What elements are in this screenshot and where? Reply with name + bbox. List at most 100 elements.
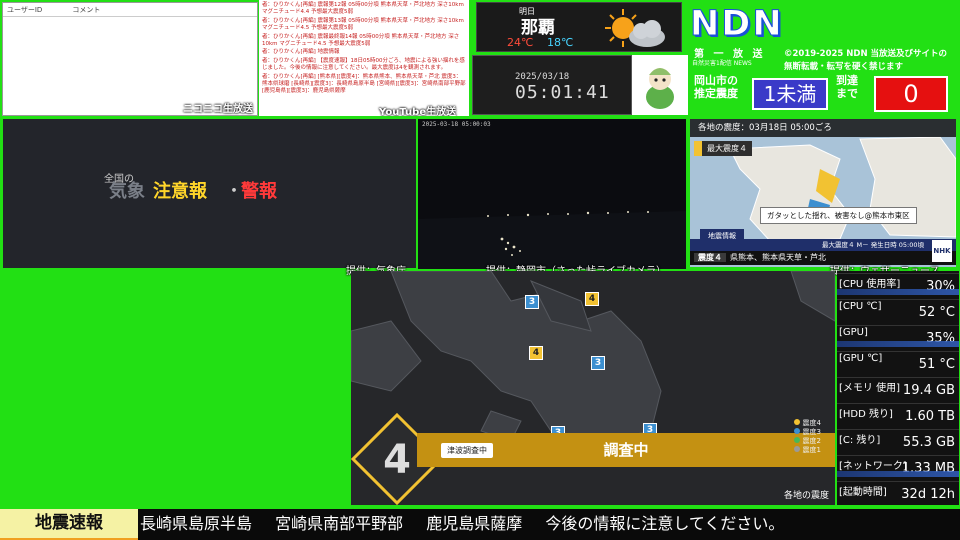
stat-row: [メモリ 使用] 19.4 GB (837, 377, 959, 399)
arrival-countdown: 0 (874, 76, 948, 112)
log-line: 者：ひりかくん[再編] 震報最終報14報 05時00分頃 熊本県天草・芦北地方 … (262, 33, 460, 48)
stat-row: [HDD 残り] 1.60 TB (837, 403, 959, 425)
stat-row: [GPU] 35% (837, 325, 959, 347)
ticker-item: 長崎県島原半島 (140, 514, 253, 533)
stat-key: [ネットワーク] (839, 461, 907, 472)
legend-item: 震度3 (793, 428, 821, 437)
region-list: 県熊本、熊本県天草・芦北 (730, 253, 826, 262)
stat-sparkline (837, 289, 959, 295)
stat-row: [起動時間] 32d 12h (837, 481, 959, 503)
night-city-image (418, 119, 686, 269)
region-intensity-tag: 震度４ (694, 253, 726, 262)
estimated-label-line: 推定震度 (694, 87, 738, 100)
comment-header: ユーザーID コメント (3, 3, 257, 17)
arrival-label-line: まで (836, 87, 858, 100)
map-caption: 各地の震度 (783, 491, 829, 501)
legend-item: 震度2 (793, 437, 821, 446)
arrival-label-line: 到達 (836, 74, 858, 87)
weather-high: 24℃ (507, 36, 534, 49)
weather-city: 那覇 (521, 18, 555, 38)
stat-key: [HDD 残り] (839, 409, 893, 420)
copyright-line: 無断転載・転写を硬く禁じます (784, 62, 904, 72)
system-stats-panel: [CPU 使用率] 30% [CPU ℃] 52 °C [GPU] 35% [GPU … (837, 271, 959, 505)
estimated-intensity-label: 岡山市の 推定震度 (694, 74, 738, 100)
copyright-line: ©2019-2025 NDN 当放送及びサイトの (784, 49, 948, 59)
column-user: ユーザーID (7, 6, 43, 14)
stat-key: [C: 残り] (839, 435, 881, 446)
intensity-map-panel: 各地の震度：03月18日 05:00ごろ 最大震度４ ガタッとした揺れ、被害なし… (690, 119, 956, 267)
mascot-icon (646, 68, 674, 109)
clock-time: 05:01:41 (515, 82, 610, 103)
stat-sparkline (837, 341, 959, 347)
stat-value: 32d 12h (901, 487, 955, 502)
ndn-logo-block: NDN 第 一 放 送 自然災害1配信 NEWS ©2019-2025 NDN … (690, 4, 958, 116)
sun-cloud-icon (605, 9, 665, 47)
stat-key: [CPU ℃] (839, 301, 882, 312)
warning-broadcast-panel: 全国の 気象 注意報 ・ 警報 (3, 119, 416, 268)
copyright-notice: ©2019-2025 NDN 当放送及びサイトの 無断転載・転写を硬く禁じます (784, 48, 947, 74)
stat-value: 1.60 TB (905, 409, 955, 424)
stat-row: [CPU ℃] 52 °C (837, 299, 959, 321)
legend-item: 震度4 (793, 419, 821, 428)
clock-widget: 2025/03/18 05:01:41 (472, 55, 632, 115)
legend-label: 震度3 (802, 428, 821, 436)
ticker-item: 宮崎県南部平野部 (275, 514, 404, 533)
max-intensity-value: 4 (383, 437, 411, 483)
ndn-logo: NDN (690, 4, 784, 45)
legend-label: 震度4 (802, 419, 821, 427)
log-line: 者：ひりかくん[再編] [熊本県][震度4]：熊本県熊本、熊本県天草・芦北 震度… (262, 73, 466, 95)
channel-sub: 自然災害1配信 NEWS (692, 60, 752, 67)
weather-widget: 明日 那覇 24℃ 18℃ (476, 2, 682, 52)
stat-row: [GPU ℃] 51 °C (837, 351, 959, 373)
legend-label: 震度1 (802, 446, 821, 454)
stat-sparkline (837, 471, 959, 477)
legend-item: 震度1 (793, 446, 821, 455)
broadcast-word-advisory: 注意報 (153, 181, 207, 202)
clock-date: 2025/03/18 (515, 72, 570, 82)
intensity-marker: 4 (529, 346, 543, 360)
column-comment: コメント (72, 6, 101, 14)
stat-row: [ネットワーク] 1.33 MB (837, 455, 959, 477)
intensity-marker: 4 (585, 292, 599, 306)
stat-row: [CPU 使用率] 30% (837, 273, 959, 295)
arrival-label: 到達 まで (836, 74, 858, 100)
stat-key: [GPU] (839, 327, 868, 338)
log-line: 者：ひりかくん[再編] 震報第13報 05時00分頃 熊本県天草・芦北地方 深さ… (262, 17, 464, 32)
stat-value: 55.3 GB (902, 435, 955, 450)
weather-low: 18℃ (547, 36, 574, 49)
broadcast-word-weather: 気象 (109, 181, 145, 202)
broadcast-word-warning: 警報 (241, 181, 277, 202)
stat-key: [CPU 使用率] (839, 279, 901, 290)
earthquake-log-panel: 者：ひりかくん[再編] 震報第12報 05時00分頃 熊本県天草・芦北地方 深さ… (259, 0, 469, 116)
live-camera-feed: 2025-03-18 05:00:03 (418, 119, 686, 269)
intensity-marker: 3 (591, 356, 605, 370)
estimated-label-line: 岡山市の (694, 74, 738, 87)
ticker-text: 長崎県島原半島 宮崎県南部平野部 鹿児島県薩摩 今後の情報に注意してください。 (140, 509, 802, 538)
info-bar: 最大震度４ M－ 発生日時 05:00頃 (690, 239, 956, 251)
stat-key: [GPU ℃] (839, 353, 883, 364)
stat-row: [C: 残り] 55.3 GB (837, 429, 959, 451)
ticker-item: 今後の情報に注意してください。 (545, 514, 785, 533)
max-intensity-label: 最大震度４ (694, 141, 752, 156)
main-intensity-map: 3 4 4 3 3 3 4 調査中 津波調査中 震度4 震度3 震度2 震度1 … (351, 271, 835, 505)
niconico-label: ニコニコ生放送 (183, 104, 253, 115)
intensity-legend: 震度4 震度3 震度2 震度1 (793, 419, 821, 455)
ticker-item: 鹿児島県薩摩 (426, 514, 523, 533)
broadcaster-logo: NHK (932, 240, 952, 262)
stat-key: [メモリ 使用] (839, 383, 900, 394)
log-line: 者：ひりかくん[再編] 地震情報 (262, 49, 340, 56)
mascot-image (632, 55, 688, 115)
ticker-label: 地震速報 (0, 509, 138, 540)
report-note: ガタッとした揺れ、被害なし@熊本市東区 (760, 207, 917, 224)
legend-label: 震度2 (802, 437, 821, 445)
comment-panel: ユーザーID コメント ニコニコ生放送 (2, 2, 258, 116)
estimated-intensity-value: 1未満 (752, 78, 828, 110)
tsunami-status: 津波調査中 (441, 443, 493, 458)
stat-value: 19.4 GB (902, 383, 955, 398)
log-line: 者：ひりかくん[再編] 震報第12報 05時00分頃 熊本県天草・芦北地方 深さ… (262, 2, 464, 16)
camera-timestamp: 2025-03-18 05:00:03 (422, 121, 491, 128)
youtube-label: YouTube生放送 (379, 106, 457, 116)
intensity-marker: 3 (525, 295, 539, 309)
news-ticker: 地震速報 長崎県島原半島 宮崎県南部平野部 鹿児島県薩摩 今後の情報に注意してく… (0, 509, 960, 540)
stat-value: 51 °C (918, 357, 955, 372)
